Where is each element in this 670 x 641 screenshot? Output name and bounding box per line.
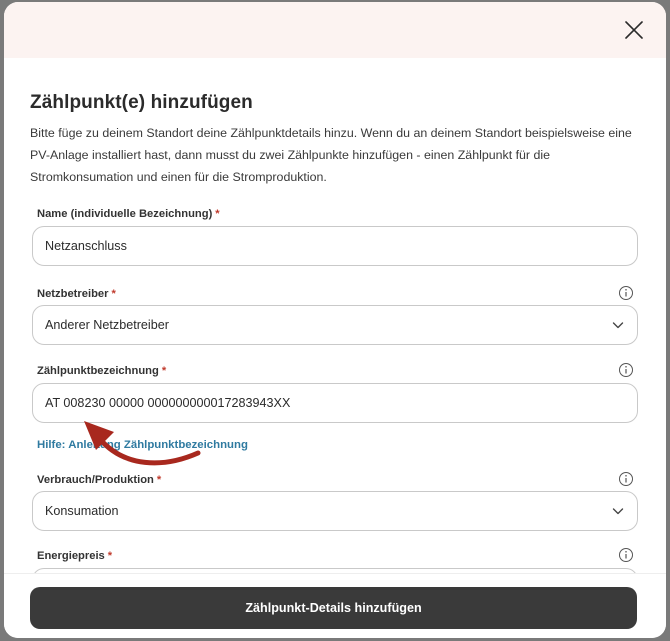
add-meter-point-details-button[interactable]: Zählpunkt-Details hinzufügen	[30, 587, 637, 629]
modal-intro-text: Bitte füge zu deinem Standort deine Zähl…	[30, 126, 632, 184]
verbrauch-field-label: Verbrauch/Produktion *	[37, 474, 162, 486]
modal-header	[4, 2, 666, 58]
modal-footer: Zählpunkt-Details hinzufügen	[4, 573, 666, 638]
overlay-backdrop: Zählpunkt(e) hinzufügen Bitte füge zu de…	[0, 0, 670, 641]
name-field-label: Name (individuelle Bezeichnung) *	[37, 208, 220, 220]
name-input[interactable]: Netzanschluss	[32, 226, 638, 266]
required-marker: *	[156, 474, 162, 486]
chevron-down-icon	[611, 504, 625, 518]
close-icon	[625, 21, 643, 39]
modal-body: Zählpunkt(e) hinzufügen Bitte füge zu de…	[4, 58, 666, 573]
info-icon[interactable]	[618, 471, 634, 487]
info-icon[interactable]	[618, 285, 634, 301]
netzbetreiber-select[interactable]: Anderer Netzbetreiber	[32, 305, 638, 345]
energiepreis-field-label: Energiepreis *	[37, 550, 113, 562]
netzbetreiber-field-label: Netzbetreiber *	[37, 288, 116, 300]
zaehlpunkt-input[interactable]: AT 008230 00000 000000000017283943XX	[32, 383, 638, 423]
chevron-down-icon	[611, 318, 625, 332]
required-marker: *	[215, 208, 220, 220]
close-button[interactable]	[620, 16, 648, 44]
info-icon[interactable]	[618, 547, 634, 563]
required-marker: *	[161, 365, 167, 377]
required-marker: *	[111, 288, 116, 300]
zaehlpunkt-field-label: Zählpunktbezeichnung *	[37, 365, 167, 377]
help-link-zaehlpunkt[interactable]: Hilfe: Anleitung Zählpunktbezeichnung	[37, 439, 248, 451]
add-meter-point-modal: Zählpunkt(e) hinzufügen Bitte füge zu de…	[4, 2, 666, 638]
required-marker: *	[107, 550, 113, 562]
verbrauch-select[interactable]: Konsumation	[32, 491, 638, 531]
modal-title: Zählpunkt(e) hinzufügen	[30, 92, 253, 113]
info-icon[interactable]	[618, 362, 634, 378]
